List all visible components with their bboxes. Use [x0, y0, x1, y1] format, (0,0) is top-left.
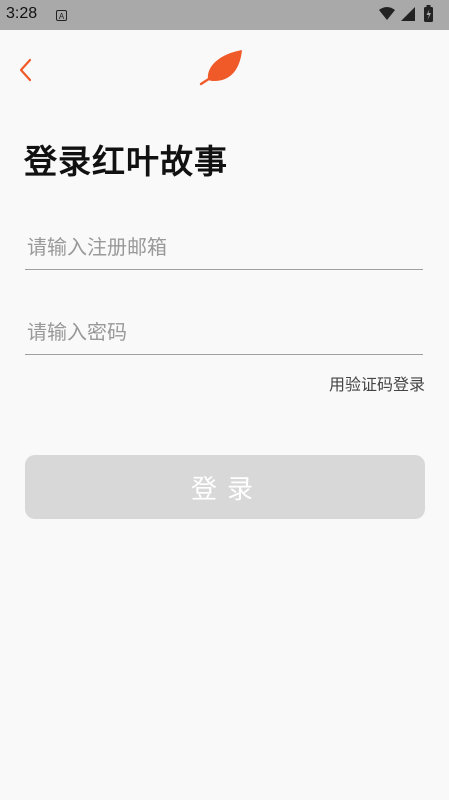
leaf-icon [198, 48, 246, 88]
chevron-left-icon[interactable] [16, 58, 36, 82]
notification-icon: A [56, 10, 67, 21]
sms-login-link[interactable]: 用验证码登录 [329, 371, 425, 395]
password-field-container [25, 314, 423, 355]
email-input[interactable] [25, 229, 423, 265]
login-button[interactable]: 登录 [25, 455, 425, 519]
status-time: 3:28 [6, 5, 38, 22]
wifi-icon [379, 7, 395, 20]
password-input[interactable] [25, 314, 423, 350]
page-title: 登录红叶故事 [24, 142, 228, 181]
signal-icon [401, 7, 415, 21]
email-field-container [25, 229, 423, 270]
battery-charging-icon [424, 5, 433, 22]
status-bar: 3:28 A [0, 0, 449, 30]
status-icons [377, 5, 439, 25]
